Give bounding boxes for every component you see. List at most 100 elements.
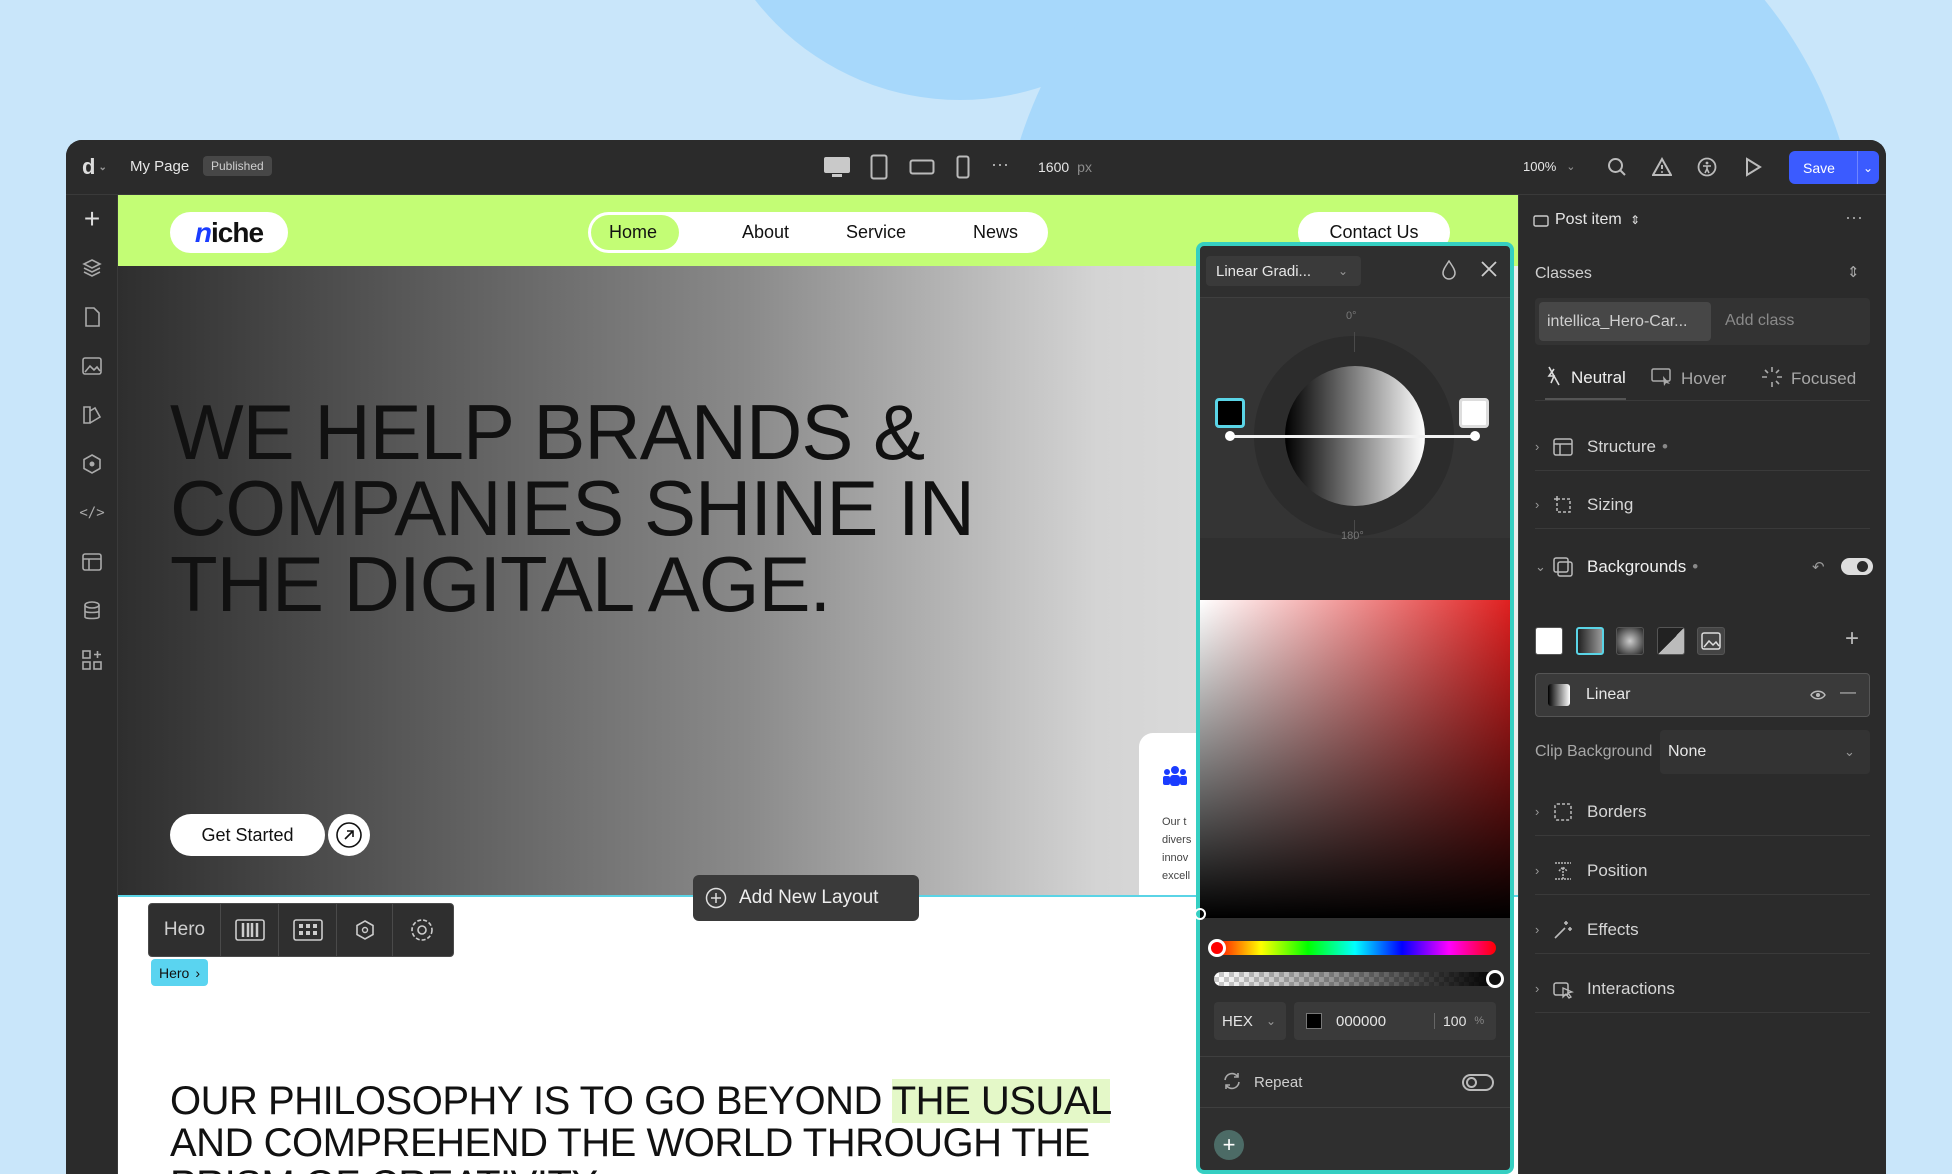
columns-icon[interactable]: [221, 904, 279, 956]
hue-slider[interactable]: [1214, 941, 1496, 955]
templates-icon[interactable]: [78, 548, 106, 576]
preview-play-icon[interactable]: [1742, 156, 1764, 178]
alpha-slider-knob[interactable]: [1486, 970, 1504, 988]
opacity-value[interactable]: 100: [1443, 1013, 1466, 1029]
state-hover[interactable]: Hover: [1651, 358, 1726, 400]
pages-icon[interactable]: [78, 303, 106, 331]
alpha-slider[interactable]: [1214, 972, 1496, 986]
page-name[interactable]: My Page: [130, 158, 189, 175]
arrow-up-right-icon[interactable]: [328, 814, 370, 856]
image-swatch-icon[interactable]: [1697, 627, 1725, 655]
radial-gradient-swatch[interactable]: [1616, 627, 1644, 655]
axis-handle-start[interactable]: [1225, 431, 1235, 441]
axis-handle-end[interactable]: [1470, 431, 1480, 441]
desktop-view-icon[interactable]: [823, 155, 851, 179]
chevron-right-icon: ›: [195, 964, 201, 981]
nav-link-home[interactable]: Home: [609, 212, 657, 253]
conic-gradient-swatch[interactable]: [1657, 627, 1685, 655]
expand-classes-icon[interactable]: ⇕: [1847, 263, 1860, 281]
app-logo-icon[interactable]: d ⌄: [82, 154, 107, 180]
element-selector[interactable]: Post item ⇕: [1555, 211, 1640, 229]
section-structure[interactable]: › Structure •: [1535, 423, 1870, 471]
code-icon[interactable]: </>: [78, 499, 106, 527]
search-icon[interactable]: [1606, 156, 1628, 178]
chevron-right-icon: ›: [1535, 922, 1540, 937]
structure-icon: [1553, 437, 1587, 456]
layers-icon[interactable]: [78, 254, 106, 282]
accessibility-icon[interactable]: [1696, 156, 1718, 178]
add-background-icon[interactable]: +: [1845, 625, 1859, 653]
component-icon[interactable]: [337, 904, 393, 956]
modified-dot: •: [1692, 557, 1699, 576]
close-icon[interactable]: [1480, 260, 1498, 283]
angle-editor[interactable]: 0° 180°: [1200, 298, 1510, 542]
nav-link-news[interactable]: News: [973, 212, 1018, 253]
landscape-view-icon[interactable]: [909, 157, 935, 177]
sizing-icon: [1553, 495, 1587, 515]
state-focused[interactable]: Focused: [1761, 358, 1856, 400]
reset-icon[interactable]: ↶: [1812, 558, 1825, 576]
clip-background-select[interactable]: None ⌄: [1660, 730, 1870, 774]
save-options-chevron-icon[interactable]: ⌄: [1857, 151, 1873, 184]
add-new-layout-button[interactable]: Add New Layout: [693, 875, 919, 921]
components-icon[interactable]: [78, 450, 106, 478]
repeat-toggle[interactable]: [1462, 1074, 1494, 1091]
chevron-right-icon: ›: [1535, 804, 1540, 819]
section-effects[interactable]: › Effects: [1535, 906, 1870, 954]
hue-slider-knob[interactable]: [1208, 939, 1226, 957]
save-label: Save: [1803, 159, 1835, 176]
section-interactions[interactable]: › Interactions: [1535, 965, 1870, 1013]
breadcrumb-tag[interactable]: Hero ›: [151, 959, 209, 986]
nav-link-service[interactable]: Service: [846, 212, 906, 253]
editor-window: d⌄ My Page Published ··· 1600 px 100% ⌄: [66, 140, 1886, 1174]
breadcrumb-label: Hero: [159, 964, 190, 981]
site-logo[interactable]: n iche: [170, 212, 288, 253]
apps-icon[interactable]: [78, 646, 106, 674]
linear-gradient-swatch[interactable]: [1576, 627, 1604, 655]
add-color-stop-button[interactable]: +: [1214, 1130, 1244, 1160]
add-element-icon[interactable]: +: [78, 203, 106, 234]
section-sizing[interactable]: › Sizing: [1535, 481, 1870, 529]
remove-layer-icon[interactable]: —: [1840, 684, 1856, 702]
solid-white-swatch[interactable]: [1535, 627, 1563, 655]
color-stop-black[interactable]: [1215, 398, 1245, 428]
settings-gear-icon[interactable]: [393, 904, 451, 956]
class-chip[interactable]: intellica_Hero-Car...: [1539, 302, 1711, 341]
eye-icon[interactable]: [1810, 688, 1826, 707]
color-format-select[interactable]: HEX ⌄: [1214, 1002, 1286, 1040]
add-class-input[interactable]: Add class: [1725, 312, 1794, 330]
media-icon[interactable]: [78, 352, 106, 380]
get-started-button[interactable]: Get Started: [170, 814, 325, 856]
section-name[interactable]: Hero: [149, 904, 221, 956]
background-layer-row[interactable]: Linear —: [1535, 673, 1870, 717]
element-icon: [1533, 214, 1549, 232]
clip-background-label: Clip Background: [1535, 743, 1653, 760]
warning-icon[interactable]: [1651, 156, 1673, 178]
class-input[interactable]: intellica_Hero-Car... Add class: [1535, 298, 1870, 345]
zoom-select[interactable]: 100% ⌄: [1523, 159, 1575, 174]
section-borders[interactable]: › Borders: [1535, 788, 1870, 836]
tablet-view-icon[interactable]: [869, 154, 889, 180]
styles-icon[interactable]: [78, 401, 106, 429]
eyedropper-icon[interactable]: [1440, 259, 1458, 285]
more-options-icon[interactable]: ···: [1845, 207, 1863, 228]
grid-icon[interactable]: [279, 904, 337, 956]
philosophy-heading: OUR PHILOSOPHY IS TO GO BEYOND THE USUAL…: [170, 1079, 1170, 1174]
hex-color-swatch: [1306, 1013, 1322, 1029]
saturation-value-area[interactable]: [1194, 600, 1510, 920]
gradient-type-select[interactable]: Linear Gradi... ⌄: [1206, 256, 1361, 286]
angle-bottom-label: 180°: [1341, 530, 1364, 542]
sv-cursor[interactable]: [1194, 908, 1206, 920]
section-position[interactable]: › Position: [1535, 847, 1870, 895]
section-backgrounds[interactable]: ⌄ Backgrounds • ↶: [1535, 543, 1873, 591]
mobile-view-icon[interactable]: [955, 154, 971, 180]
save-button[interactable]: Save ⌄: [1789, 151, 1879, 184]
hex-input[interactable]: 000000 100 %: [1294, 1002, 1496, 1040]
state-neutral[interactable]: Neutral: [1545, 358, 1626, 400]
nav-link-about[interactable]: About: [742, 212, 789, 253]
database-icon[interactable]: [78, 597, 106, 625]
canvas-width[interactable]: 1600 px: [1038, 159, 1092, 175]
more-views-icon[interactable]: ···: [991, 154, 1009, 175]
color-stop-white[interactable]: [1459, 398, 1489, 428]
backgrounds-toggle[interactable]: [1841, 558, 1873, 575]
